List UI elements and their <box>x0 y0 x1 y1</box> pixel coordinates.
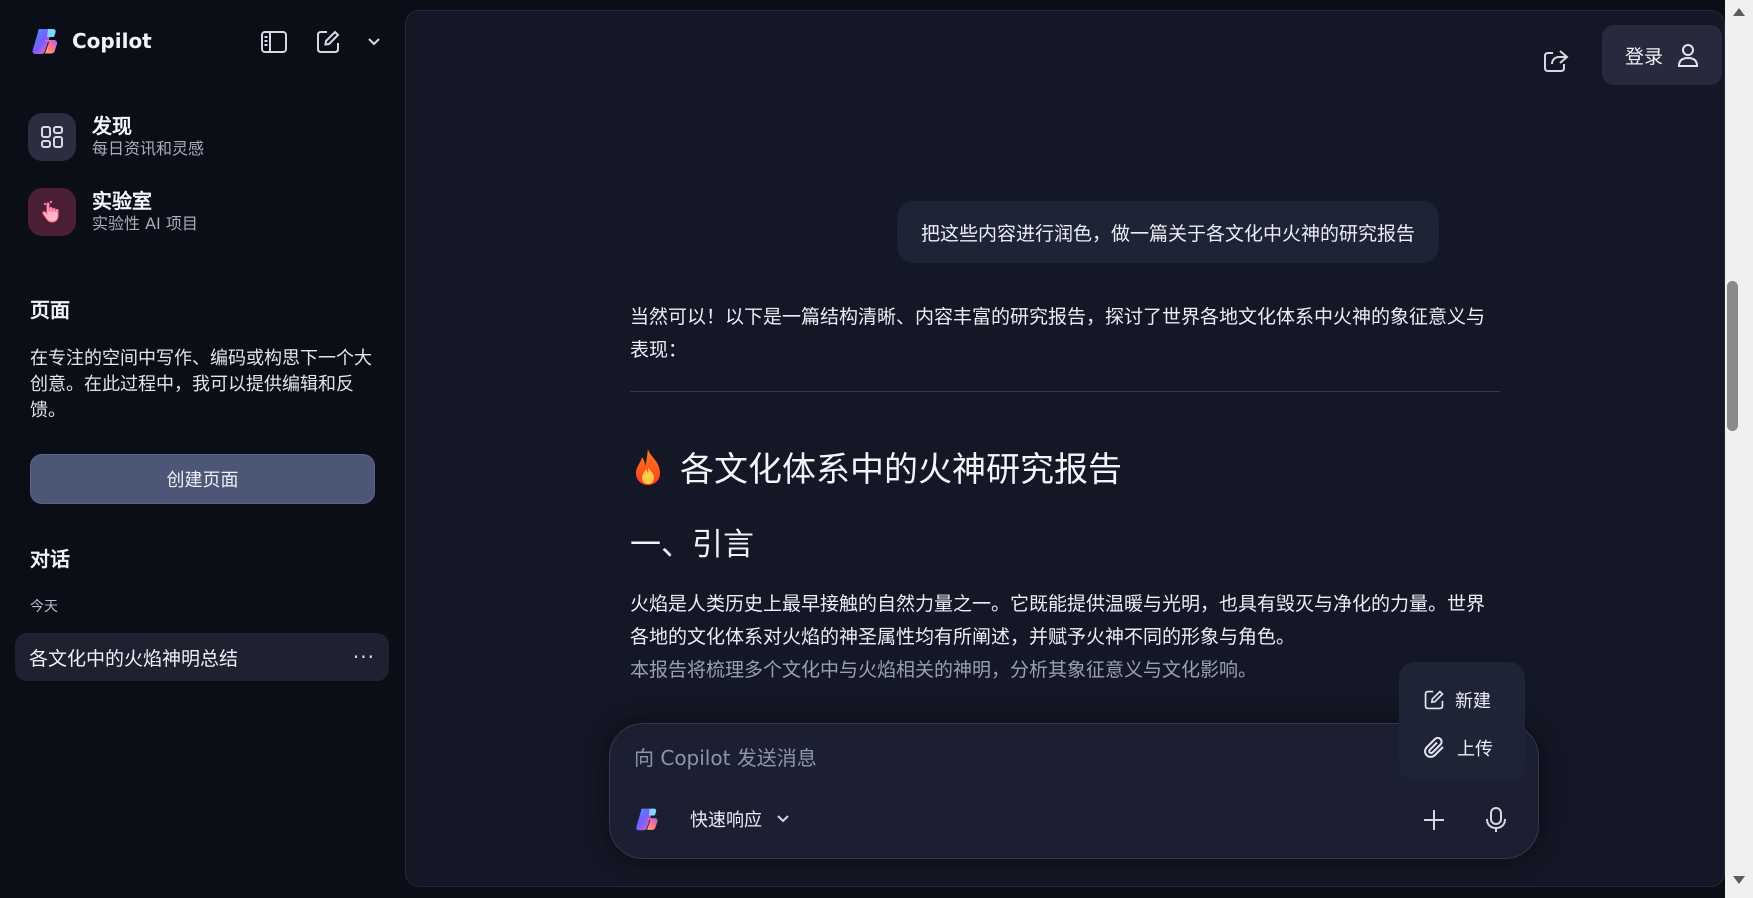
login-label: 登录 <box>1624 45 1663 68</box>
fire-icon <box>636 448 660 485</box>
today-label: 今天 <box>30 599 58 615</box>
sidebar-toggle-button[interactable] <box>258 26 290 58</box>
scroll-down-arrow-icon[interactable] <box>1733 876 1745 884</box>
conversations-section-title: 对话 <box>30 547 70 571</box>
sidebar-item-labs[interactable]: 实验室 实验性 AI 项目 <box>28 188 198 236</box>
copilot-logo-icon <box>32 29 58 54</box>
user-message-text: 把这些内容进行润色，做一篇关于各文化中火神的研究报告 <box>921 222 1416 245</box>
scroll-up-arrow-icon[interactable] <box>1733 8 1745 16</box>
new-chat-button[interactable] <box>312 26 344 58</box>
paragraph-text-faded: 本报告将梳理多个文化中与火焰相关的神明，分析其象征意义与文化影响。 <box>630 659 1258 681</box>
answer-intro: 当然可以！以下是一篇结构清晰、内容丰富的研究报告，探讨了世界各地文化体系中火神的… <box>630 306 1486 361</box>
section-paragraph: 火焰是人类历史上最早接触的自然力量之一。它既能提供温暖与光明，也具有毁灭与净化的… <box>630 588 1500 687</box>
section-heading: 一、引言 <box>630 527 754 563</box>
labs-title: 实验室 <box>92 189 152 213</box>
user-icon <box>1677 44 1699 67</box>
sidebar: Copilot 发现 每日资讯和灵感 实验室 实验性 AI 项目 页面 在专注的… <box>0 0 405 898</box>
report-title: 各文化体系中的火神研究报告 <box>630 442 1500 491</box>
scroll-thumb[interactable] <box>1727 281 1738 431</box>
copilot-logo-icon <box>636 808 658 831</box>
share-icon <box>1544 50 1569 72</box>
popover-new-item[interactable]: 新建 <box>1423 676 1525 724</box>
chevron-down-button[interactable] <box>366 26 382 58</box>
sidebar-item-discover[interactable]: 发现 每日资讯和灵感 <box>28 113 204 161</box>
share-button[interactable] <box>1536 41 1576 81</box>
chat-panel: 登录 把这些内容进行润色，做一篇关于各文化中火神的研究报告 当然可以！以下是一篇… <box>405 10 1725 887</box>
conversation-title: 各文化中的火焰神明总结 <box>29 647 239 670</box>
attach-menu-button[interactable] <box>1418 804 1450 836</box>
sidebar-top-tools <box>258 26 382 58</box>
attach-popover-menu: 新建 上传 <box>1399 662 1525 781</box>
user-message-bubble: 把这些内容进行润色，做一篇关于各文化中火神的研究报告 <box>897 201 1440 263</box>
response-mode-label: 快速响应 <box>690 810 762 831</box>
new-chat-icon <box>1424 690 1444 710</box>
new-chat-icon <box>317 30 340 53</box>
chevron-down-icon <box>777 815 789 823</box>
assistant-answer: 当然可以！以下是一篇结构清晰、内容丰富的研究报告，探讨了世界各地文化体系中火神的… <box>630 301 1500 687</box>
pointer-hand-icon <box>28 188 76 236</box>
microphone-icon <box>1486 807 1506 832</box>
discover-title: 发现 <box>92 114 132 138</box>
login-button[interactable]: 登录 <box>1602 25 1722 85</box>
response-mode-selector[interactable]: 快速响应 <box>634 806 790 832</box>
popover-new-label: 新建 <box>1455 691 1491 712</box>
brand-name: Copilot <box>72 29 152 53</box>
conversation-item[interactable]: 各文化中的火焰神明总结 ··· <box>15 633 389 681</box>
brand[interactable]: Copilot <box>30 26 152 56</box>
report-title-text: 各文化体系中的火神研究报告 <box>680 450 1122 490</box>
more-options-icon[interactable]: ··· <box>353 645 375 669</box>
popover-upload-item[interactable]: 上传 <box>1423 724 1525 772</box>
chevron-down-icon <box>368 38 380 46</box>
labs-subtitle: 实验性 AI 项目 <box>92 214 198 233</box>
message-input[interactable] <box>634 738 1334 778</box>
paperclip-icon <box>1424 736 1444 758</box>
scrollbar[interactable] <box>1725 0 1753 898</box>
plus-icon <box>1424 810 1444 830</box>
composer-actions <box>1418 804 1512 836</box>
pages-description: 在专注的空间中写作、编码或构思下一个大创意。在此过程中，我可以提供编辑和反馈。 <box>30 348 372 421</box>
popover-upload-label: 上传 <box>1457 739 1493 760</box>
create-page-button[interactable]: 创建页面 <box>30 454 375 504</box>
grid-icon <box>28 113 76 161</box>
sidebar-toggle-icon <box>261 31 287 53</box>
divider <box>630 391 1500 392</box>
pages-section-title: 页面 <box>30 298 70 322</box>
discover-subtitle: 每日资讯和灵感 <box>92 139 205 158</box>
voice-button[interactable] <box>1480 804 1512 836</box>
paragraph-text: 火焰是人类历史上最早接触的自然力量之一。它既能提供温暖与光明，也具有毁灭与净化的… <box>630 593 1486 648</box>
